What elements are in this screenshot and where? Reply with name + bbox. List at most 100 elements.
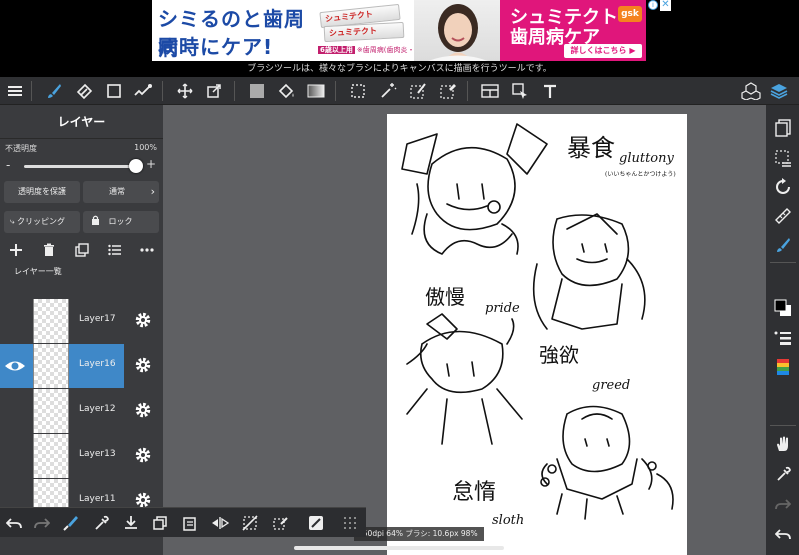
lock-icon	[92, 215, 99, 225]
text-tool-icon[interactable]	[539, 80, 561, 102]
correction-pen-icon[interactable]	[132, 80, 154, 102]
rotate-canvas-icon[interactable]	[772, 176, 794, 198]
shape-tool-icon[interactable]	[103, 80, 125, 102]
lock-button[interactable]: ロック	[83, 211, 159, 233]
select-edit-icon[interactable]	[270, 513, 290, 533]
frame-divider-icon[interactable]	[479, 80, 501, 102]
sketch-artwork: 暴食 gluttony (いいちゃんとかつけよう) 傲慢 pride 強欲 gr…	[401, 123, 676, 528]
redo-panel-icon[interactable]	[772, 493, 794, 515]
flip-horizontal-icon[interactable]	[210, 513, 230, 533]
brush-panel-icon[interactable]	[772, 234, 794, 256]
eyedropper-panel-icon[interactable]	[772, 463, 794, 485]
gear-icon[interactable]	[134, 446, 152, 464]
layer-row[interactable]: Layer13	[0, 434, 163, 478]
sketch-label-pride-kanji: 傲慢	[425, 285, 465, 309]
drawing-canvas[interactable]: 暴食 gluttony (いいちゃんとかつけよう) 傲慢 pride 強欲 gr…	[387, 114, 687, 555]
ad-creative[interactable]: シミるのと歯周病 同時にケア! シュミテクト シュミテクト 6歳以上用 ※歯周病(…	[152, 0, 646, 61]
ad-model-photo	[414, 0, 500, 61]
opacity-decrease-button[interactable]: -	[6, 158, 10, 172]
opacity-label: 不透明度	[5, 144, 37, 153]
more-options-icon[interactable]	[138, 243, 156, 261]
select-eraser-icon[interactable]	[437, 80, 459, 102]
ad-info-icon[interactable]: i	[648, 0, 658, 10]
deselect-icon[interactable]	[240, 513, 260, 533]
operation-tool-icon[interactable]	[509, 80, 531, 102]
undo-icon[interactable]	[4, 513, 24, 533]
stabilizer-brush-icon[interactable]	[61, 513, 81, 533]
fill-color-icon[interactable]	[246, 80, 268, 102]
ad-headline-2: 同時にケア!	[158, 35, 274, 59]
right-sidebar	[766, 105, 799, 555]
canvas-workspace[interactable]: 暴食 gluttony (いいちゃんとかつけよう) 傲慢 pride 強欲 gr…	[163, 105, 766, 555]
ruler-icon[interactable]	[306, 513, 326, 533]
blend-mode-button[interactable]: 通常 ›	[83, 181, 159, 203]
layer-name: Layer11	[79, 494, 116, 504]
sketch-label-greed-kanji: 強欲	[539, 343, 579, 367]
top-toolbar	[0, 77, 799, 105]
sketch-label-sloth-kanji: 怠惰	[452, 480, 496, 505]
material-icon[interactable]	[740, 80, 762, 102]
divider	[467, 81, 468, 101]
opacity-slider-handle[interactable]	[129, 159, 143, 173]
redo-icon[interactable]	[32, 513, 52, 533]
gradient-tool-icon[interactable]	[305, 80, 327, 102]
eye-icon[interactable]	[4, 357, 26, 375]
layer-actions	[0, 239, 163, 265]
status-bar: 350dpi 64% ブラシ: 10.6px 98%	[354, 527, 484, 541]
ad-brand-badge: gsk	[618, 6, 642, 22]
select-pen-icon[interactable]	[407, 80, 429, 102]
move-tool-icon[interactable]	[174, 80, 196, 102]
delete-layer-icon[interactable]	[40, 243, 58, 261]
layer-row-selected[interactable]: Layer16	[0, 344, 163, 388]
paste-icon[interactable]	[180, 513, 200, 533]
color-palette-icon[interactable]	[772, 356, 794, 378]
duplicate-layer-icon[interactable]	[73, 243, 91, 261]
tool-hint: ブラシツールは、様々なブラシによりキャンバスに描画を行うツールです。	[0, 62, 799, 77]
eyedropper-icon[interactable]	[91, 513, 111, 533]
layer-row[interactable]: Layer17	[0, 299, 163, 343]
divider	[234, 81, 235, 101]
bottom-toolbar	[0, 507, 366, 537]
divider	[31, 81, 32, 101]
grid-dots-icon[interactable]	[340, 513, 360, 533]
clipping-button[interactable]: ⤷ クリッピング	[4, 211, 80, 233]
ad-product-image: シュミテクト シュミテクト	[319, 3, 405, 44]
ad-cta-button[interactable]: 詳しくはこちら ▶	[564, 44, 642, 58]
lock-label: ロック	[108, 217, 133, 226]
gear-icon[interactable]	[134, 401, 152, 419]
layers-icon[interactable]	[768, 80, 790, 102]
magic-wand-icon[interactable]	[377, 80, 399, 102]
undo-panel-icon[interactable]	[772, 523, 794, 545]
opacity-increase-button[interactable]: +	[146, 157, 156, 171]
opacity-value: 100%	[134, 143, 157, 152]
import-icon[interactable]	[121, 513, 141, 533]
bucket-tool-icon[interactable]	[275, 80, 297, 102]
transform-tool-icon[interactable]	[203, 80, 225, 102]
brush-tool-icon[interactable]	[43, 80, 65, 102]
menu-icon[interactable]	[4, 80, 26, 102]
gear-icon[interactable]	[134, 311, 152, 329]
layer-list-icon[interactable]	[106, 243, 124, 261]
gear-icon[interactable]	[134, 356, 152, 374]
sketch-label-sloth-en: sloth	[492, 513, 524, 528]
pages-icon[interactable]	[772, 117, 794, 139]
ad-banner[interactable]: シミるのと歯周病 同時にケア! シュミテクト シュミテクト 6歳以上用 ※歯周病(…	[0, 0, 799, 62]
opacity-slider-track[interactable]	[24, 165, 136, 168]
ad-close-icon[interactable]: ✕	[660, 0, 671, 11]
home-indicator[interactable]	[294, 546, 504, 550]
divider	[770, 262, 796, 263]
selection-panel-icon[interactable]	[772, 147, 794, 169]
copy-icon[interactable]	[150, 513, 170, 533]
select-rect-icon[interactable]	[347, 80, 369, 102]
hand-tool-icon[interactable]	[772, 433, 794, 455]
layer-row[interactable]: Layer12	[0, 389, 163, 433]
chevron-right-icon: ›	[150, 185, 155, 198]
color-swatch-icon[interactable]	[772, 297, 794, 319]
protect-alpha-button[interactable]: 透明度を保護	[4, 181, 80, 203]
brush-size-icon[interactable]	[772, 327, 794, 349]
ruler-panel-icon[interactable]	[772, 205, 794, 227]
add-layer-icon[interactable]	[7, 243, 25, 261]
layer-thumbnail	[33, 299, 69, 343]
eraser-tool-icon[interactable]	[73, 80, 95, 102]
ad-note-badge: 6歳以上用	[318, 46, 355, 54]
